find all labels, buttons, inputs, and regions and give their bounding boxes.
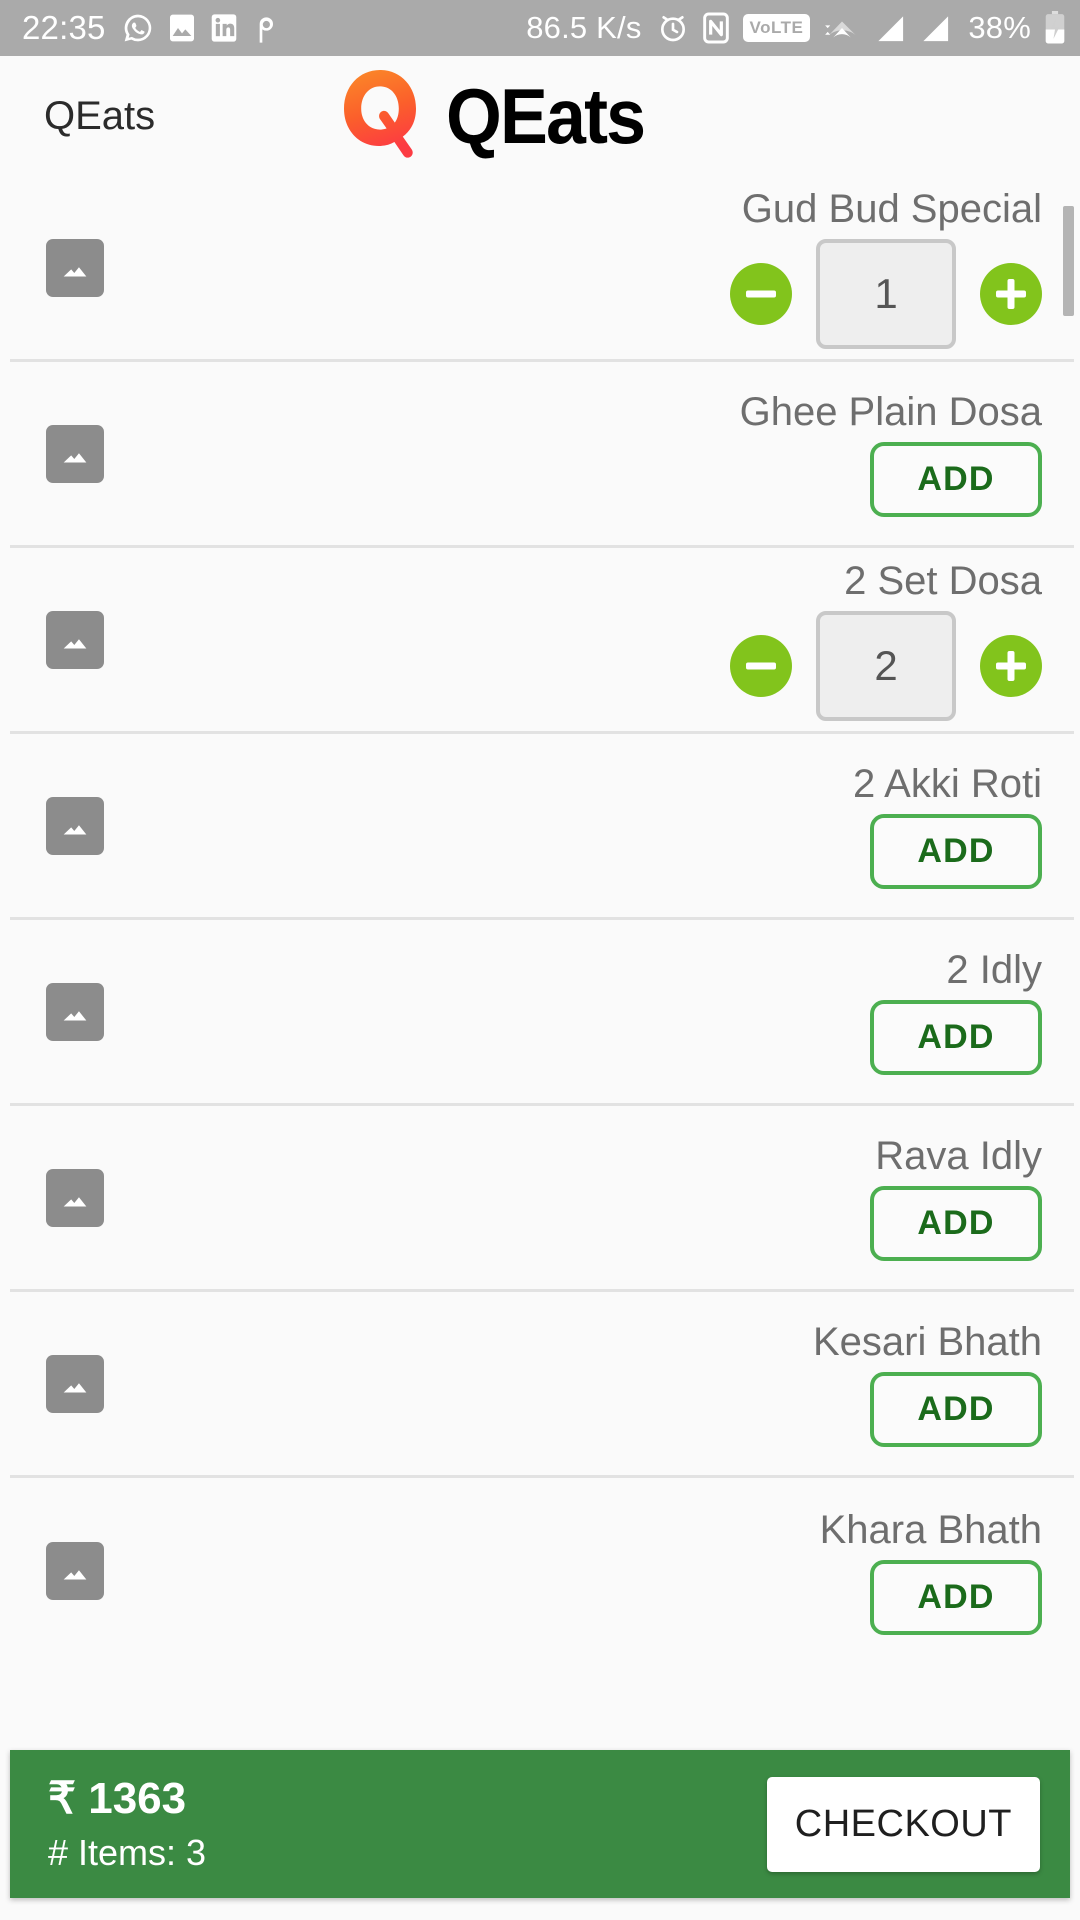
status-bar: 22:35 86.5 K/s VoLTE 38%: [0, 0, 1080, 56]
menu-item-controls: 2 Idly ADD: [870, 920, 1042, 1103]
status-system-icons: 86.5 K/s VoLTE 38%: [526, 10, 1066, 46]
signal-icon-1: [874, 12, 906, 44]
alarm-icon: [657, 12, 689, 44]
menu-item-name: 2 Idly: [946, 948, 1042, 992]
menu-item-name: Ghee Plain Dosa: [739, 390, 1042, 434]
app-root: 22:35 86.5 K/s VoLTE 38% QEats QEats Gud…: [0, 0, 1080, 1920]
decrement-button[interactable]: [730, 262, 792, 325]
network-speed-text: 86.5 K/s: [526, 10, 642, 45]
status-notification-icons: [122, 12, 278, 44]
menu-item-name: Rava Idly: [875, 1134, 1042, 1178]
brand-wordmark: QEats: [446, 72, 646, 160]
menu-item-row[interactable]: 2 Set Dosa 2: [10, 548, 1074, 734]
battery-charging-icon: [1044, 11, 1066, 45]
image-placeholder-icon: [46, 1168, 104, 1227]
image-placeholder-icon: [46, 982, 104, 1041]
brand-logo: QEats: [330, 64, 661, 168]
status-clock: 22:35: [22, 9, 106, 46]
add-button[interactable]: ADD: [870, 1559, 1042, 1635]
increment-button[interactable]: [980, 634, 1042, 697]
gallery-icon: [168, 12, 196, 44]
checkout-bar: ₹ 1363 # Items: 3 CHECKOUT: [10, 1750, 1070, 1898]
add-button[interactable]: ADD: [870, 814, 1042, 889]
menu-item-row[interactable]: Khara Bhath ADD: [10, 1478, 1074, 1664]
image-placeholder-icon: [46, 610, 104, 669]
image-placeholder-icon: [46, 796, 104, 855]
menu-item-name: Gud Bud Special: [741, 186, 1042, 231]
menu-item-controls: Ghee Plain Dosa ADD: [740, 362, 1042, 545]
quantity-stepper: 2: [730, 610, 1042, 721]
signal-icon-2: [919, 12, 951, 44]
decrement-button[interactable]: [730, 634, 792, 697]
image-placeholder-icon: [46, 1542, 104, 1600]
menu-list[interactable]: Gud Bud Special 1 Ghee Plain Dosa ADD 2 …: [0, 176, 1080, 1920]
menu-item-controls: 2 Akki Roti ADD: [853, 734, 1042, 917]
quantity-value[interactable]: 2: [816, 610, 956, 721]
add-button[interactable]: ADD: [870, 442, 1042, 517]
wifi-icon: [823, 12, 861, 44]
page-title: QEats: [44, 93, 156, 138]
pinterest-icon: [252, 12, 278, 44]
menu-item-row[interactable]: Kesari Bhath ADD: [10, 1292, 1074, 1478]
cart-item-count: # Items: 3: [48, 1832, 207, 1873]
volte-icon: VoLTE: [742, 14, 811, 42]
add-button[interactable]: ADD: [870, 1186, 1042, 1261]
battery-percent-text: 38%: [968, 10, 1031, 45]
menu-item-name: Khara Bhath: [819, 1507, 1042, 1552]
quantity-stepper: 1: [730, 238, 1042, 349]
menu-item-row[interactable]: Rava Idly ADD: [10, 1106, 1074, 1292]
menu-item-row[interactable]: 2 Akki Roti ADD: [10, 734, 1074, 920]
add-button[interactable]: ADD: [870, 1000, 1042, 1075]
cart-summary: ₹ 1363 # Items: 3: [48, 1777, 206, 1871]
menu-item-name: Kesari Bhath: [812, 1320, 1042, 1364]
menu-item-controls: Gud Bud Special 1: [730, 176, 1042, 359]
image-placeholder-icon: [46, 424, 104, 483]
nfc-icon: [702, 12, 730, 44]
menu-item-controls: Khara Bhath ADD: [820, 1478, 1042, 1664]
image-placeholder-icon: [46, 1354, 104, 1413]
cart-total: ₹ 1363: [48, 1774, 187, 1823]
qeats-logo-mark-icon: [330, 64, 434, 168]
app-bar: QEats QEats: [0, 56, 1080, 176]
menu-item-name: 2 Akki Roti: [853, 762, 1042, 806]
menu-item-controls: 2 Set Dosa 2: [730, 548, 1042, 731]
checkout-button[interactable]: CHECKOUT: [766, 1776, 1040, 1872]
increment-button[interactable]: [980, 262, 1042, 325]
quantity-value[interactable]: 1: [816, 238, 956, 349]
linkedin-icon: [210, 13, 238, 43]
menu-item-controls: Kesari Bhath ADD: [813, 1292, 1042, 1475]
menu-item-row[interactable]: Gud Bud Special 1: [10, 176, 1074, 362]
whatsapp-icon: [122, 12, 154, 44]
menu-item-controls: Rava Idly ADD: [870, 1106, 1042, 1289]
menu-item-row[interactable]: 2 Idly ADD: [10, 920, 1074, 1106]
menu-item-row[interactable]: Ghee Plain Dosa ADD: [10, 362, 1074, 548]
add-button[interactable]: ADD: [870, 1372, 1042, 1447]
image-placeholder-icon: [46, 238, 104, 297]
menu-item-name: 2 Set Dosa: [844, 558, 1042, 603]
